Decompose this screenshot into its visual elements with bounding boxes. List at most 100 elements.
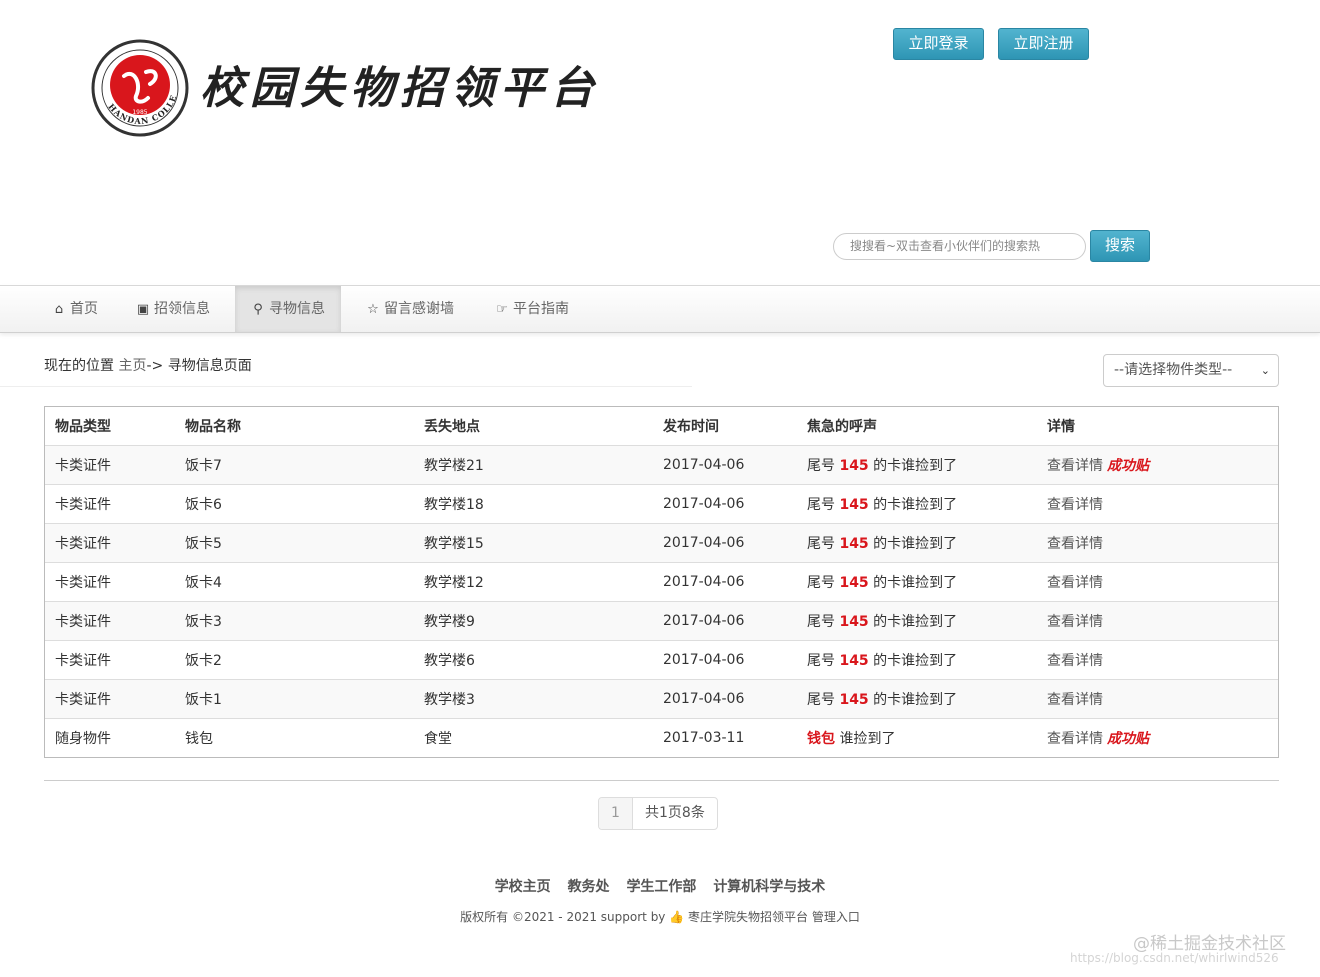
table-row: 卡类证件 饭卡5 教学楼15 2017-04-06 尾号 145 的卡谁捡到了 查看详情 xyxy=(45,522,1278,562)
divider xyxy=(44,780,1279,781)
cell-detail: 查看详情 xyxy=(1037,639,1278,679)
cell-name: 饭卡5 xyxy=(175,522,414,562)
cell-detail: 查看详情 成功贴 xyxy=(1037,717,1278,757)
call-prefix: 尾号 xyxy=(807,691,835,708)
logo-year: 1985 xyxy=(132,109,147,116)
col-header-type: 物品类型 xyxy=(55,418,111,435)
search-button[interactable]: 搜索 xyxy=(1090,230,1150,262)
table-row: 卡类证件 饭卡4 教学楼12 2017-04-06 尾号 145 的卡谁捡到了 查看详情 xyxy=(45,561,1278,601)
cell-date: 2017-04-06 xyxy=(653,678,797,718)
call-prefix: 尾号 xyxy=(807,535,835,552)
cell-type: 卡类证件 xyxy=(45,561,175,601)
cell-name: 饭卡1 xyxy=(175,678,414,718)
call-highlight: 145 xyxy=(839,691,869,708)
cell-call: 尾号 145 的卡谁捡到了 xyxy=(797,639,1037,679)
success-badge: 成功贴 xyxy=(1107,730,1149,747)
register-button[interactable]: 立即注册 xyxy=(998,28,1089,60)
view-detail-link[interactable]: 查看详情 xyxy=(1047,536,1103,552)
footer-link-academic[interactable]: 教务处 xyxy=(568,879,610,895)
call-suffix: 的卡谁捡到了 xyxy=(873,496,958,513)
view-detail-link[interactable]: 查看详情 xyxy=(1047,497,1103,513)
call-highlight: 145 xyxy=(839,574,869,591)
cell-place: 教学楼9 xyxy=(414,600,653,640)
cell-type: 卡类证件 xyxy=(45,483,175,523)
pagination: 1 共1页8条 xyxy=(598,797,718,830)
nav-item-guide[interactable]: ☞ 平台指南 xyxy=(479,286,585,332)
cell-name: 饭卡6 xyxy=(175,483,414,523)
cell-name: 饭卡2 xyxy=(175,639,414,679)
col-header-place: 丢失地点 xyxy=(424,418,480,435)
login-button[interactable]: 立即登录 xyxy=(893,28,984,60)
nav-label: 寻物信息 xyxy=(269,301,325,317)
footer-link-school[interactable]: 学校主页 xyxy=(495,879,551,895)
copyright: 版权所有 ©2021 - 2021 support by 👍 枣庄学院失物招领平… xyxy=(0,908,1320,925)
nav-label: 留言感谢墙 xyxy=(384,301,454,317)
call-highlight: 钱包 xyxy=(807,730,835,747)
breadcrumb: 现在的位置 主页-> 寻物信息页面 xyxy=(44,355,252,375)
success-badge: 成功贴 xyxy=(1107,457,1149,474)
call-suffix: 的卡谁捡到了 xyxy=(873,457,958,474)
page-1-button[interactable]: 1 xyxy=(599,798,633,829)
breadcrumb-home-link[interactable]: 主页 xyxy=(118,358,146,374)
cell-detail: 查看详情 xyxy=(1037,522,1278,562)
table-row: 卡类证件 饭卡6 教学楼18 2017-04-06 尾号 145 的卡谁捡到了 查看详情 xyxy=(45,483,1278,523)
view-detail-link[interactable]: 查看详情 xyxy=(1047,614,1103,630)
main-navbar: ⌂ 首页 ▣ 招领信息 ⚲ 寻物信息 ☆ 留言感谢墙 ☞ 平台指南 xyxy=(0,285,1320,333)
cell-detail: 查看详情 xyxy=(1037,483,1278,523)
cell-call: 尾号 145 的卡谁捡到了 xyxy=(797,444,1037,484)
call-prefix: 尾号 xyxy=(807,652,835,669)
cell-date: 2017-04-06 xyxy=(653,483,797,523)
cell-type: 卡类证件 xyxy=(45,522,175,562)
search-input[interactable]: 搜搜看~双击查看小伙伴们的搜索热 xyxy=(833,233,1086,260)
hand-right-icon: ☞ xyxy=(496,302,508,317)
cell-call: 尾号 145 的卡谁捡到了 xyxy=(797,600,1037,640)
cell-place: 教学楼18 xyxy=(414,483,653,523)
cell-name: 饭卡7 xyxy=(175,444,414,484)
breadcrumb-prefix: 现在的位置 xyxy=(44,358,114,374)
nav-item-found[interactable]: ▣ 招领信息 xyxy=(120,286,226,332)
lost-items-table: 物品类型 物品名称 丢失地点 发布时间 焦急的呼声 详情 卡类证件 饭卡7 教学楼2… xyxy=(44,406,1279,758)
cell-type: 卡类证件 xyxy=(45,444,175,484)
table-header-row: 物品类型 物品名称 丢失地点 发布时间 焦急的呼声 详情 xyxy=(45,407,1278,445)
select-value: --请选择物件类型-- xyxy=(1114,362,1233,378)
college-logo: 1985 HANDAN COLLEGE xyxy=(86,30,190,138)
nav-item-lost[interactable]: ⚲ 寻物信息 xyxy=(235,286,341,332)
table-row: 卡类证件 饭卡1 教学楼3 2017-04-06 尾号 145 的卡谁捡到了 查看详情 xyxy=(45,678,1278,718)
view-detail-link[interactable]: 查看详情 xyxy=(1047,731,1103,747)
breadcrumb-separator: -> xyxy=(146,358,164,374)
view-detail-link[interactable]: 查看详情 xyxy=(1047,458,1103,474)
view-detail-link[interactable]: 查看详情 xyxy=(1047,575,1103,591)
cell-name: 饭卡3 xyxy=(175,600,414,640)
cell-detail: 查看详情 成功贴 xyxy=(1037,444,1278,484)
call-prefix: 尾号 xyxy=(807,613,835,630)
nav-item-thanks-wall[interactable]: ☆ 留言感谢墙 xyxy=(350,286,470,332)
nav-item-home[interactable]: ⌂ 首页 xyxy=(36,286,114,332)
copyright-admin-link[interactable]: 枣庄学院失物招领平台 管理入口 xyxy=(688,910,860,924)
divider xyxy=(0,386,692,387)
view-detail-link[interactable]: 查看详情 xyxy=(1047,653,1103,669)
cell-date: 2017-04-06 xyxy=(653,444,797,484)
col-header-date: 发布时间 xyxy=(663,418,719,435)
view-detail-link[interactable]: 查看详情 xyxy=(1047,692,1103,708)
call-highlight: 145 xyxy=(839,457,869,474)
cell-type: 随身物件 xyxy=(45,717,175,757)
cell-detail: 查看详情 xyxy=(1037,561,1278,601)
page-info: 共1页8条 xyxy=(645,805,705,821)
picture-icon: ▣ xyxy=(136,302,150,317)
call-suffix: 的卡谁捡到了 xyxy=(873,652,958,669)
table-row: 随身物件 钱包 食堂 2017-03-11 钱包 谁捡到了 查看详情 成功贴 xyxy=(45,717,1278,757)
call-suffix: 的卡谁捡到了 xyxy=(873,613,958,630)
table-row: 卡类证件 饭卡7 教学楼21 2017-04-06 尾号 145 的卡谁捡到了 查看详情成… xyxy=(45,444,1278,484)
zoom-icon: ⚲ xyxy=(253,302,263,317)
home-icon: ⌂ xyxy=(54,302,64,317)
item-type-select[interactable]: --请选择物件类型-- ⌄ xyxy=(1103,354,1279,387)
call-highlight: 145 xyxy=(839,535,869,552)
table-row: 卡类证件 饭卡2 教学楼6 2017-04-06 尾号 145 的卡谁捡到了 查看详情 xyxy=(45,639,1278,679)
cell-date: 2017-04-06 xyxy=(653,600,797,640)
star-icon: ☆ xyxy=(367,302,379,317)
footer-links: 学校主页 教务处 学生工作部 计算机科学与技术 xyxy=(0,876,1320,896)
footer-link-cs[interactable]: 计算机科学与技术 xyxy=(713,879,825,895)
footer-link-student-affairs[interactable]: 学生工作部 xyxy=(626,879,696,895)
col-header-detail: 详情 xyxy=(1047,418,1075,435)
cell-place: 教学楼21 xyxy=(414,444,653,484)
